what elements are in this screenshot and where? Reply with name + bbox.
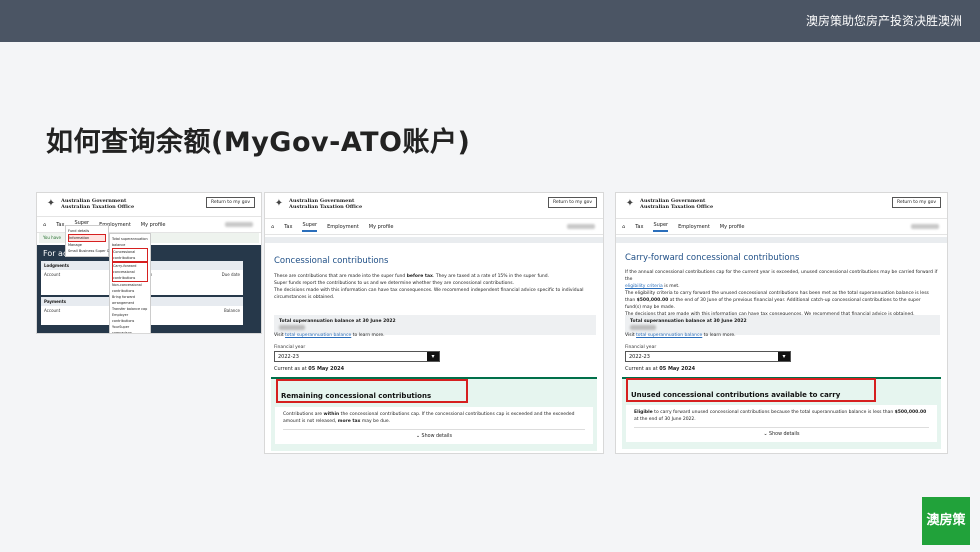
show-details-toggle[interactable]: ⌄ Show details [283,429,585,440]
page-title: Carry-forward concessional contributions [625,253,800,263]
ato-nav: ⌂ Tax Super Employment My profile [265,219,603,235]
screenshot-carry-forward: ✦ Australian Government Australian Taxat… [615,192,948,454]
information-submenu: Total superannuation balance Concessiona… [109,233,151,333]
eligibility-criteria-link[interactable]: eligibility criteria [625,284,663,289]
return-to-mygov-button[interactable]: Return to my gov [891,197,941,208]
crest-icon: ✦ [274,198,284,209]
current-as-at: Current as at 05 May 2024 [625,366,696,372]
user-name-blurred [911,224,939,229]
visit-text: Visit total superannuation balance to le… [274,333,385,338]
gov-header: ✦ Australian Government Australian Taxat… [37,193,261,217]
super-dropdown-menu: Fund details Information Manage Small Bu… [65,225,133,257]
tab-my-profile[interactable]: My profile [720,224,745,230]
page-title: Concessional contributions [274,256,389,266]
user-name-blurred [567,224,595,229]
unused-contributions-highlight: Unused concessional contributions availa… [626,378,876,433]
chevron-down-icon: ▾ [427,352,439,361]
tab-tax[interactable]: Tax [284,224,292,230]
home-icon[interactable]: ⌂ [271,224,274,230]
chevron-down-icon: ⌄ [763,432,768,437]
menu-item-clearing-house[interactable]: Small Business Super Clearing House [68,248,133,254]
intro-paragraph: These are contributions that are made in… [274,274,584,300]
crest-icon: ✦ [46,198,56,209]
tab-my-profile[interactable]: My profile [369,224,394,230]
tab-my-profile[interactable]: My profile [141,222,166,228]
current-as-at: Current as at 05 May 2024 [274,366,345,372]
tab-tax[interactable]: Tax [56,222,64,228]
menu-item-employer[interactable]: Employer contributions [112,312,148,324]
top-bar: 澳房策助您房产投资决胜澳洲 [0,0,980,42]
slide-title: 如何查询余额(MyGov-ATO账户) [46,127,471,158]
financial-year-select[interactable]: 2022-23 ▾ [625,351,791,362]
tab-employment[interactable]: Employment [327,224,359,230]
visit-text: Visit total superannuation balance to le… [625,333,736,338]
intro-paragraph: If the annual concessional contributions… [625,270,938,317]
gov-name: Australian Government Australian Taxatio… [289,198,363,210]
remaining-contributions-highlight: Remaining concessional contributionsCap … [276,379,468,434]
tab-super[interactable]: Super [302,222,318,232]
menu-item-non-concessional[interactable]: Non-concessional contributions [112,282,148,294]
user-name-blurred [225,222,253,227]
menu-item-total-balance[interactable]: Total superannuation balance [112,236,148,248]
home-icon[interactable]: ⌂ [622,224,625,230]
tab-super[interactable]: Super [653,222,669,232]
show-details-toggle[interactable]: ⌄ Show details [634,427,929,438]
total-balance-link[interactable]: total superannuation balance [636,333,702,338]
gov-header: ✦ Australian Government Australian Taxat… [265,193,603,219]
brand-logo: 澳房策 [922,497,970,545]
crest-icon: ✦ [625,198,635,209]
header-tagline: 澳房策助您房产投资决胜澳洲 [805,14,962,28]
fy-label: Financial year [625,345,657,350]
menu-item-information[interactable]: Information [68,234,106,242]
gov-header: ✦ Australian Government Australian Taxat… [616,193,947,219]
return-to-mygov-button[interactable]: Return to my gov [205,197,255,208]
chevron-down-icon: ▾ [778,352,790,361]
menu-item-carry-forward[interactable]: Carry-forward concessional contributions [112,262,148,282]
gov-name: Australian Government Australian Taxatio… [640,198,714,210]
menu-item-bring-forward[interactable]: Bring forward arrangement [112,294,148,306]
screenshot-ato-menu: ✦ Australian Government Australian Taxat… [36,192,262,334]
menu-item-concessional[interactable]: Concessional contributions [112,248,148,262]
chevron-down-icon: ⌄ [415,434,421,439]
total-balance-link[interactable]: total superannuation balance [285,333,351,338]
gov-name: Australian Government Australian Taxatio… [61,198,135,210]
tab-tax[interactable]: Tax [635,224,643,230]
tab-employment[interactable]: Employment [678,224,710,230]
financial-year-select[interactable]: 2022-23 ▾ [274,351,440,362]
home-icon[interactable]: ⌂ [43,222,46,228]
screenshot-concessional: ✦ Australian Government Australian Taxat… [264,192,604,454]
cap-info-card: Contributions are within the concessiona… [275,407,593,444]
fy-label: Financial year [274,345,306,350]
menu-item-yoursuper[interactable]: YourSuper comparison [112,324,148,333]
ato-nav: ⌂ Tax Super Employment My profile [616,219,947,235]
eligibility-info-card: Eligible to carry forward unused concess… [626,405,937,442]
return-to-mygov-button[interactable]: Return to my gov [547,197,597,208]
